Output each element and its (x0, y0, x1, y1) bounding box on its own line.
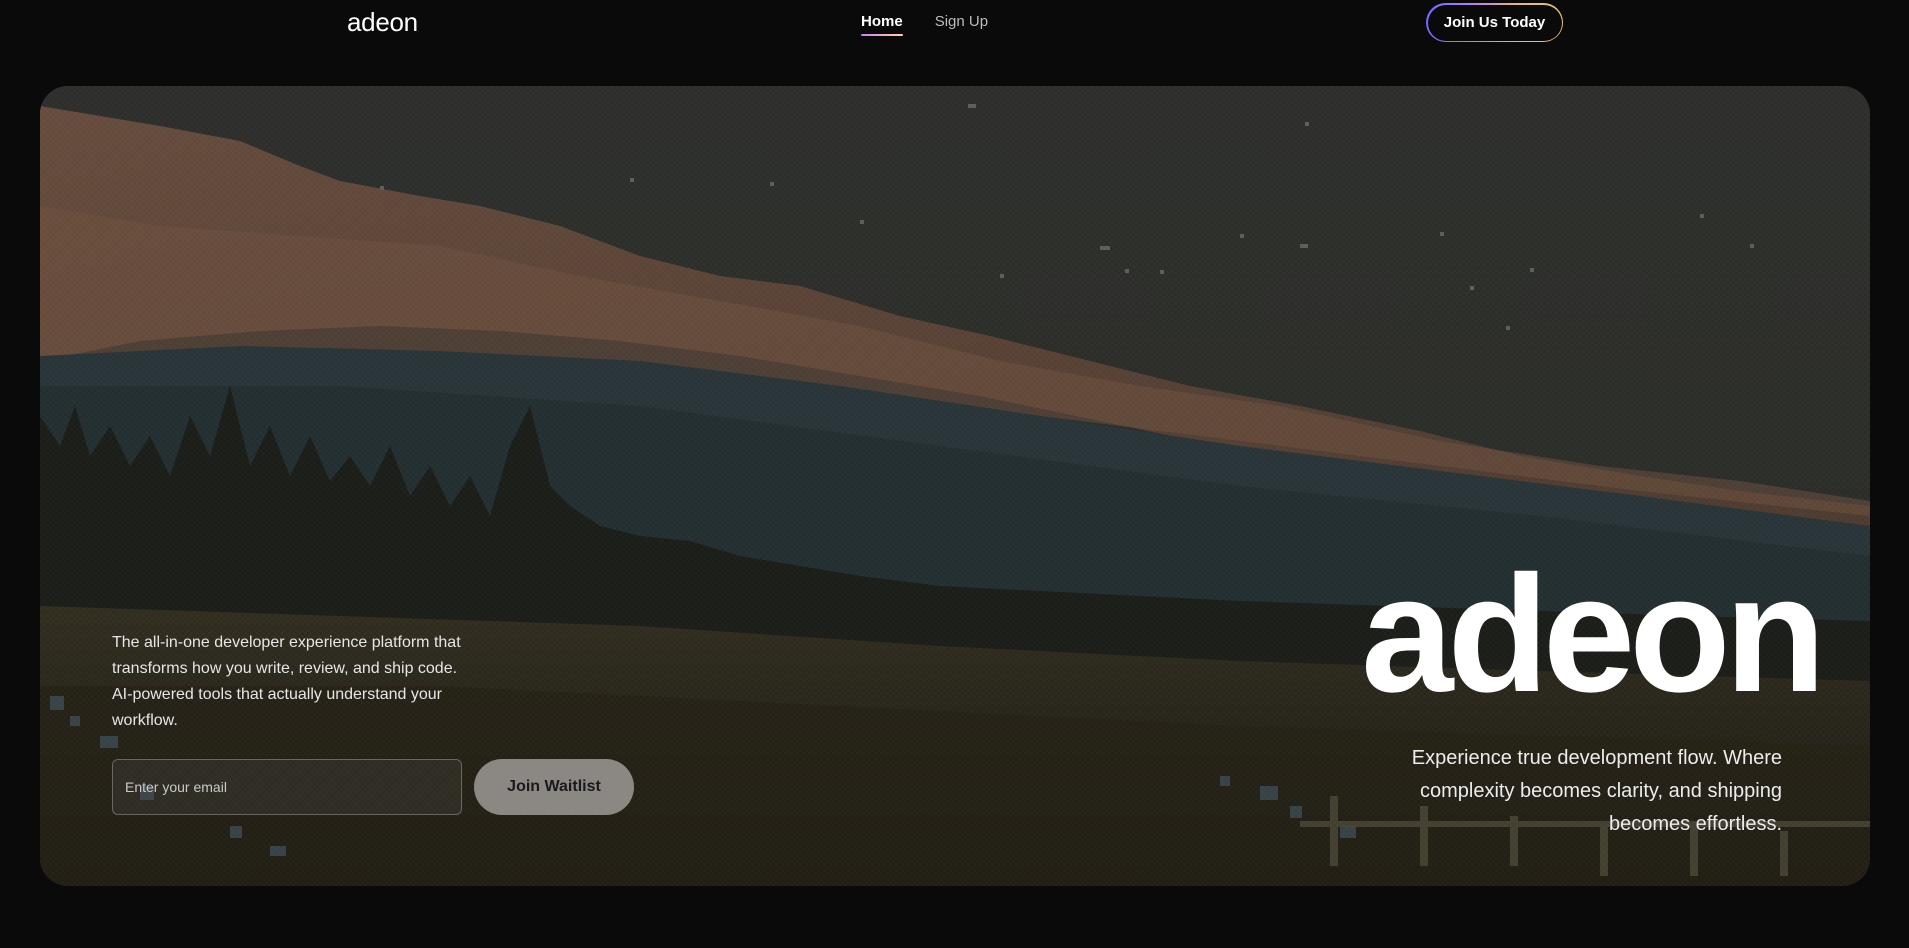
logo[interactable]: adeon (347, 7, 418, 38)
hero-title: adeon (1361, 542, 1826, 727)
join-waitlist-button[interactable]: Join Waitlist (474, 759, 634, 815)
join-us-today-label: Join Us Today (1427, 4, 1562, 41)
hero-tagline: The all-in-one developer experience plat… (112, 634, 461, 729)
top-nav: adeon Home Sign Up Join Us Today (0, 0, 1909, 46)
hero-banner: The all-in-one developer experience plat… (40, 86, 1870, 886)
join-us-today-button[interactable]: Join Us Today (1426, 3, 1563, 42)
nav-link-sign-up[interactable]: Sign Up (935, 13, 988, 34)
nav-links: Home Sign Up (861, 13, 988, 36)
nav-link-home[interactable]: Home (861, 13, 903, 36)
email-input[interactable] (112, 759, 462, 815)
hero-subtitle: Experience true development flow. Where … (1411, 747, 1782, 835)
